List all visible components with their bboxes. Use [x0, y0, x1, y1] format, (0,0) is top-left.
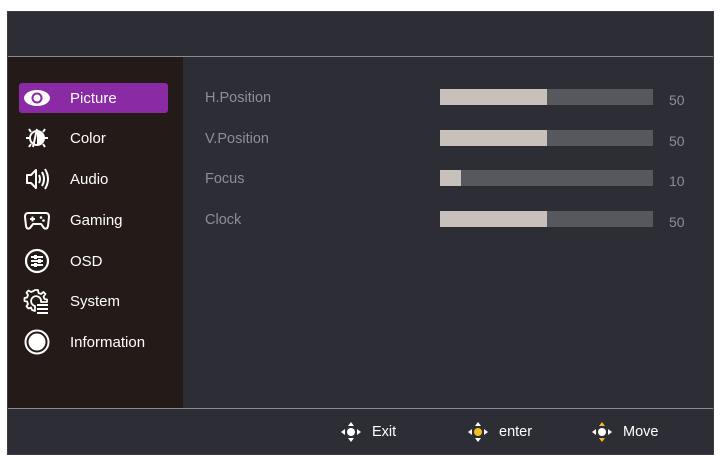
- menu-item-label: Gaming: [70, 211, 123, 229]
- menu-item-label: Audio: [70, 170, 109, 188]
- setting-label: Focus: [205, 171, 245, 187]
- speaker-icon: [23, 165, 51, 193]
- main-menu: Picture Color Audio Gaming OSD System In…: [8, 57, 183, 410]
- menu-item-label: System: [70, 292, 121, 310]
- setting-label: Clock: [205, 212, 242, 228]
- setting-slider-fill: [440, 211, 547, 227]
- setting-slider[interactable]: [440, 170, 653, 186]
- setting-label: H.Position: [205, 90, 272, 106]
- setting-slider[interactable]: [440, 211, 653, 227]
- osd-sliders-icon: [23, 247, 51, 275]
- menu-item-label: OSD: [70, 252, 103, 270]
- eye-icon: [23, 84, 51, 112]
- navigation-key-arrows-icon: [591, 421, 613, 443]
- setting-row-h-position[interactable]: H.Position 50: [183, 86, 713, 110]
- system-gear-icon: [23, 287, 51, 315]
- menu-item-label: Color: [70, 129, 106, 147]
- setting-value: 50: [669, 214, 685, 230]
- navigation-key-icon: [340, 421, 362, 443]
- setting-row-v-position[interactable]: V.Position 50: [183, 127, 713, 151]
- setting-slider[interactable]: [440, 130, 653, 146]
- menu-item-audio[interactable]: Audio: [19, 164, 168, 194]
- setting-slider-fill: [440, 170, 462, 186]
- information-circle-icon: [23, 328, 51, 356]
- menu-item-color[interactable]: Color: [19, 123, 168, 153]
- menu-item-gaming[interactable]: Gaming: [19, 205, 168, 235]
- exit-label: Exit: [372, 424, 397, 440]
- exit-hint[interactable]: Exit: [340, 421, 396, 443]
- menu-item-label: Picture: [70, 89, 117, 107]
- setting-row-clock[interactable]: Clock 50: [183, 208, 713, 232]
- menu-item-information[interactable]: Information: [19, 327, 168, 357]
- setting-value: 50: [669, 92, 685, 108]
- gamepad-icon: [23, 206, 51, 234]
- move-label: Move: [623, 424, 659, 440]
- menu-item-picture[interactable]: Picture: [19, 83, 168, 113]
- picture-settings-panel: H.Position 50 V.Position 50 Focus 10 Clo…: [183, 57, 713, 410]
- key-guide-bar: Exit enter Move: [8, 408, 713, 454]
- setting-slider[interactable]: [440, 89, 653, 105]
- move-hint[interactable]: Move: [591, 421, 658, 443]
- setting-value: 50: [669, 133, 685, 149]
- setting-value: 10: [669, 173, 685, 189]
- setting-slider-fill: [440, 130, 547, 146]
- menu-item-label: Information: [70, 333, 146, 351]
- osd-window: Picture Color Audio Gaming OSD System In…: [7, 11, 714, 455]
- color-icon: [23, 124, 51, 152]
- setting-slider-fill: [440, 89, 547, 105]
- enter-label: enter: [499, 424, 533, 440]
- setting-row-focus[interactable]: Focus 10: [183, 167, 713, 191]
- navigation-key-center-icon: [467, 421, 489, 443]
- osd-title-bar: [8, 12, 713, 57]
- menu-item-system[interactable]: System: [19, 286, 168, 316]
- menu-item-osd[interactable]: OSD: [19, 246, 168, 276]
- enter-hint[interactable]: enter: [467, 421, 532, 443]
- setting-label: V.Position: [205, 131, 269, 147]
